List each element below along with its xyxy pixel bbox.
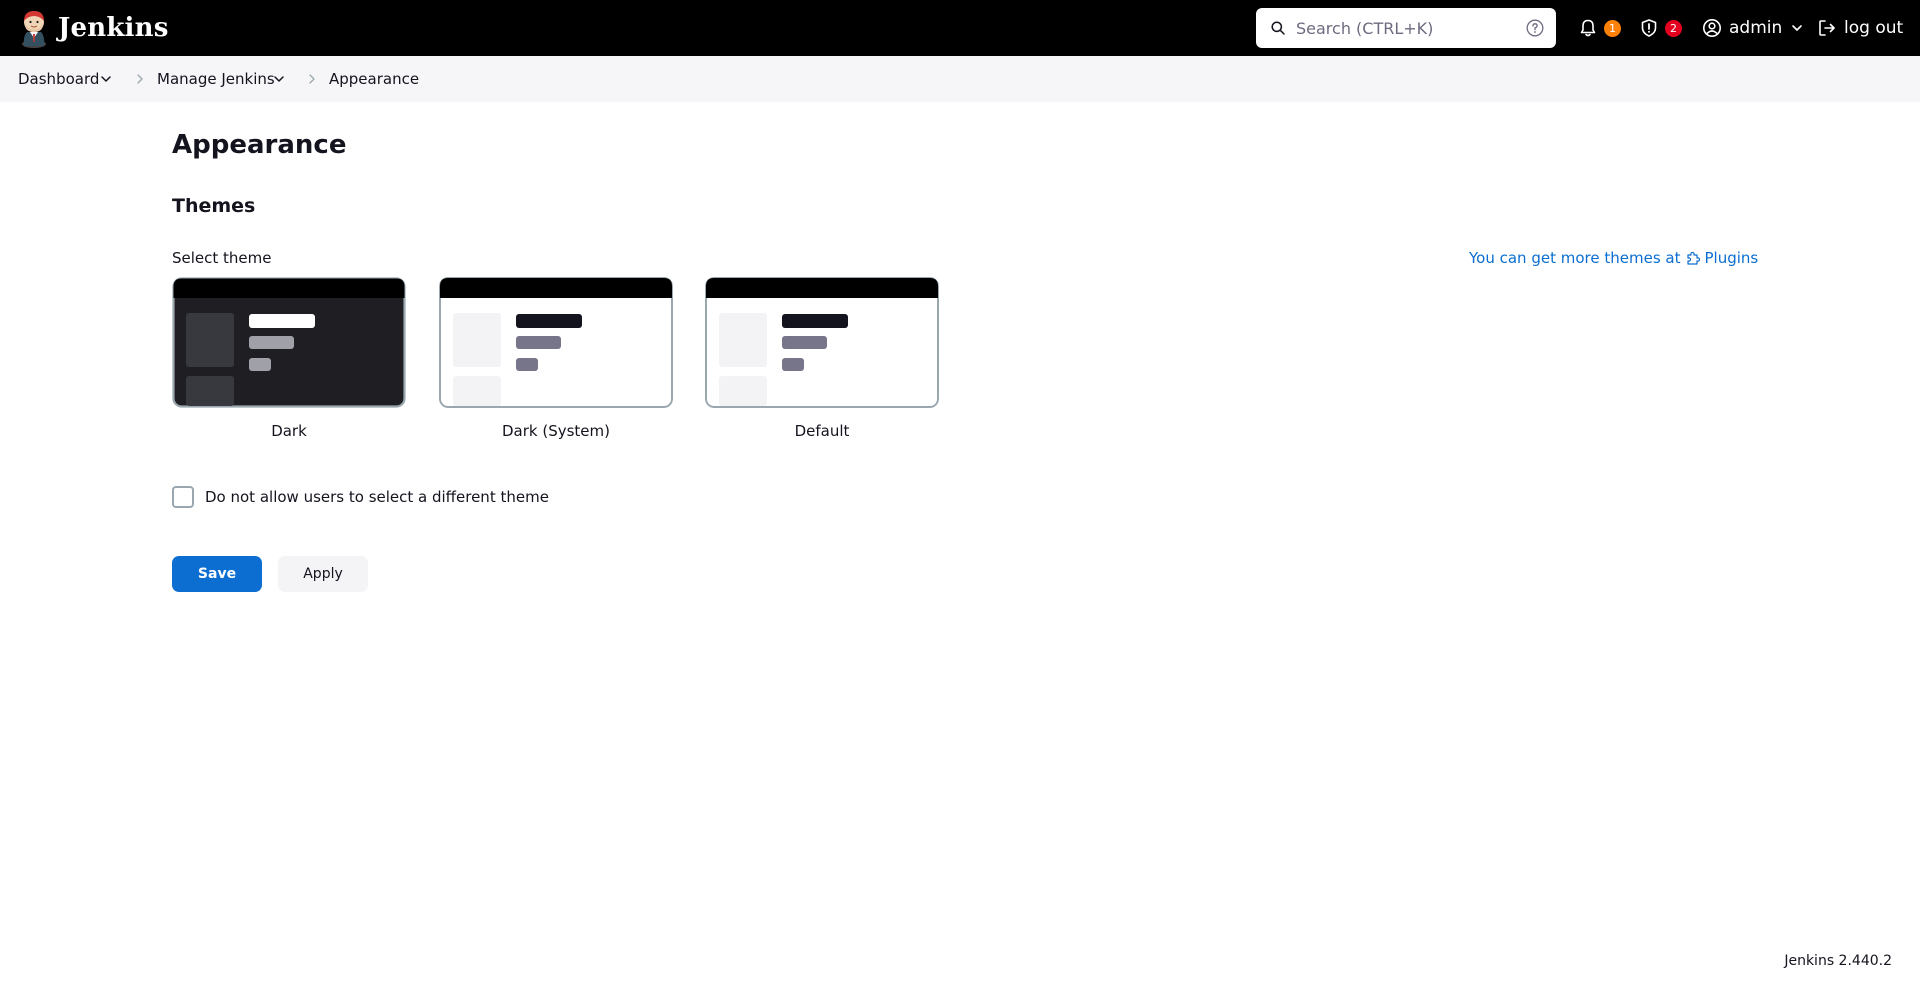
theme-label-dark-system: Dark (System) xyxy=(501,422,610,440)
breadcrumb-label: Appearance xyxy=(329,70,420,88)
select-theme-label: Select theme xyxy=(172,249,272,267)
logout-icon xyxy=(1819,20,1835,36)
chevron-down-icon xyxy=(1792,25,1803,31)
breadcrumb: Dashboard Manage Jenkins Appearance xyxy=(0,56,1920,102)
breadcrumb-label: Manage Jenkins xyxy=(157,70,275,88)
theme-label-dark: Dark xyxy=(271,422,307,440)
security-alerts-button[interactable]: 2 xyxy=(1639,0,1682,56)
security-badge: 2 xyxy=(1665,19,1682,37)
puzzle-icon xyxy=(1687,251,1701,265)
breadcrumb-manage-jenkins[interactable]: Manage Jenkins xyxy=(157,56,275,102)
theme-card-dark-system[interactable] xyxy=(439,277,673,408)
more-themes-text: You can get more themes at Plugins xyxy=(1469,249,1758,267)
disallow-theme-label[interactable]: Do not allow users to select a different… xyxy=(205,488,549,506)
jenkins-version[interactable]: Jenkins 2.440.2 xyxy=(1784,953,1892,969)
brand-name: Jenkins xyxy=(58,13,169,43)
jenkins-home-link[interactable]: Jenkins xyxy=(18,0,169,56)
dark-theme-preview xyxy=(172,277,406,408)
top-header: Jenkins 1 2 ad xyxy=(0,0,1920,56)
breadcrumb-appearance[interactable]: Appearance xyxy=(329,56,419,102)
chevron-right-icon xyxy=(137,74,143,84)
save-button[interactable]: Save xyxy=(172,556,262,592)
user-name: admin xyxy=(1729,18,1783,38)
apply-button[interactable]: Apply xyxy=(278,556,368,592)
breadcrumb-dashboard[interactable]: Dashboard xyxy=(18,56,99,102)
search-icon xyxy=(1271,21,1285,35)
disallow-theme-row: Do not allow users to select a different… xyxy=(172,486,549,508)
notifications-badge: 1 xyxy=(1604,19,1621,37)
search-input[interactable] xyxy=(1296,8,1516,48)
plugins-link-label: Plugins xyxy=(1704,249,1759,267)
logout-button[interactable]: log out xyxy=(1817,0,1903,56)
section-title: Themes xyxy=(172,195,256,217)
plugins-link[interactable]: Plugins xyxy=(1680,249,1758,267)
user-menu-button[interactable]: admin xyxy=(1702,0,1803,56)
chevron-down-icon[interactable] xyxy=(100,73,112,85)
page-title: Appearance xyxy=(172,130,347,160)
logout-label: log out xyxy=(1844,18,1904,38)
chevron-right-icon xyxy=(309,74,315,84)
jenkins-logo-icon xyxy=(22,11,46,48)
chevron-down-icon[interactable] xyxy=(273,73,285,85)
breadcrumb-label: Dashboard xyxy=(18,70,100,88)
bell-icon xyxy=(1580,19,1596,37)
search-box[interactable] xyxy=(1256,8,1556,48)
default-theme-preview xyxy=(705,277,939,408)
theme-card-dark[interactable] xyxy=(172,277,406,408)
disallow-theme-checkbox[interactable] xyxy=(172,486,194,508)
theme-card-default[interactable] xyxy=(705,277,939,408)
notifications-button[interactable]: 1 xyxy=(1578,0,1621,56)
theme-label-default: Default xyxy=(794,422,850,440)
dark-system-theme-preview xyxy=(439,277,673,408)
more-themes-label: You can get more themes at xyxy=(1469,249,1681,267)
user-circle-icon xyxy=(1703,19,1721,37)
help-icon[interactable] xyxy=(1526,19,1544,37)
shield-alert-icon xyxy=(1641,19,1657,37)
